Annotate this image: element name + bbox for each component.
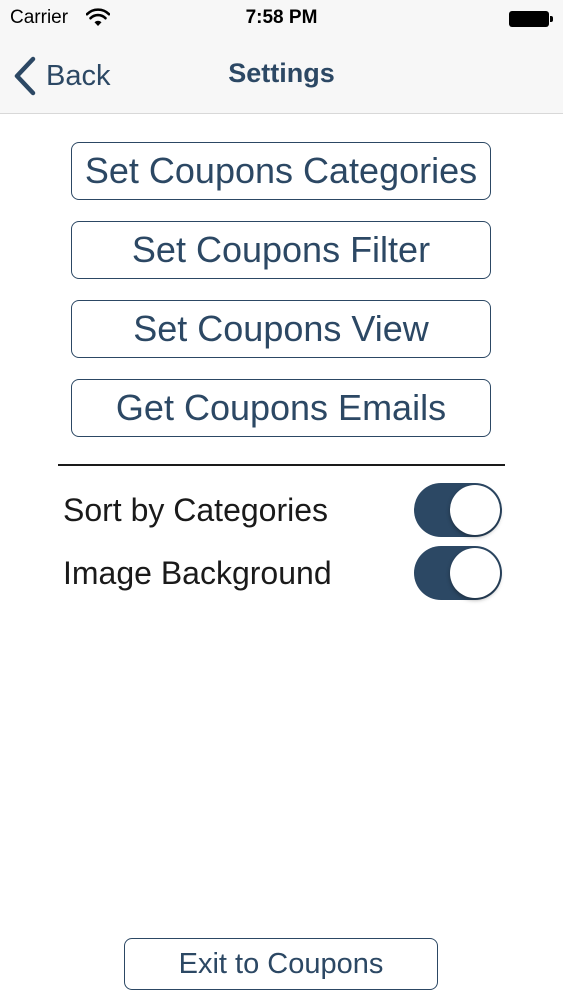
toggle-knob [450, 548, 500, 598]
image-background-label: Image Background [63, 555, 332, 591]
section-divider [58, 464, 505, 466]
status-time: 7:58 PM [245, 7, 318, 28]
toggle-knob [450, 485, 500, 535]
set-coupons-categories-button[interactable]: Set Coupons Categories [71, 142, 491, 200]
page-title: Settings [228, 58, 335, 88]
navigation-bar: Back Settings [0, 38, 563, 114]
sort-by-categories-label: Sort by Categories [63, 492, 329, 528]
status-bar: Carrier 7:58 PM [0, 0, 563, 38]
set-coupons-filter-button[interactable]: Set Coupons Filter [71, 221, 491, 279]
battery-icon [509, 11, 554, 27]
set-coupons-view-button[interactable]: Set Coupons View [71, 300, 491, 358]
get-coupons-emails-button[interactable]: Get Coupons Emails [71, 379, 491, 437]
image-background-toggle[interactable] [414, 546, 502, 600]
sort-by-categories-toggle[interactable] [414, 483, 502, 537]
exit-to-coupons-button[interactable]: Exit to Coupons [124, 938, 438, 990]
